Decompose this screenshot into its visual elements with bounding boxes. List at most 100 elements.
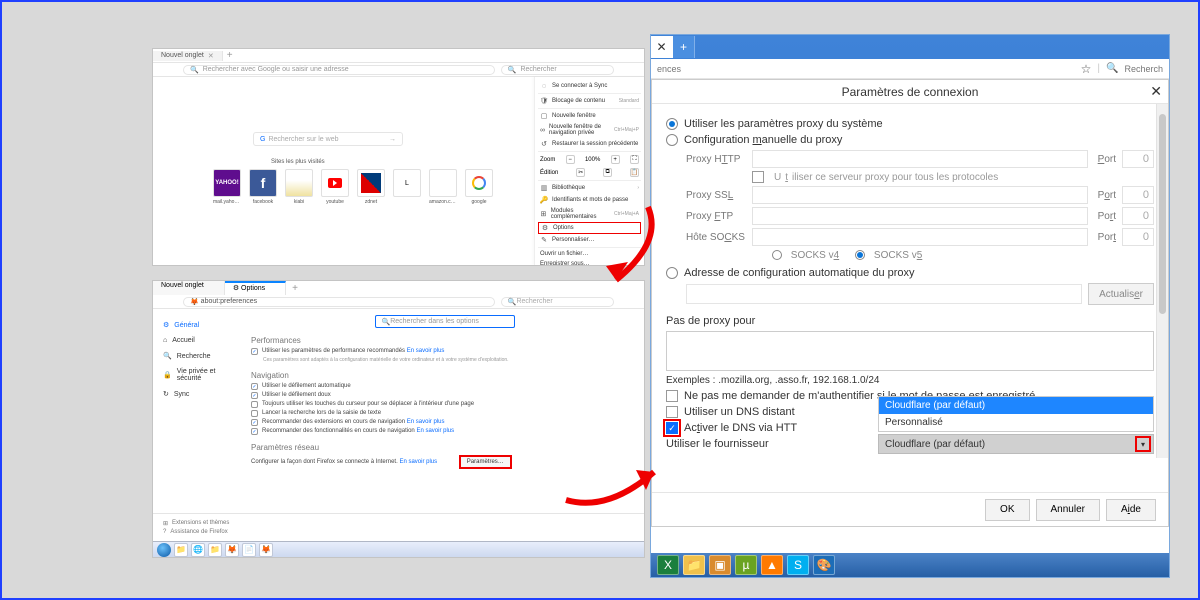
folder-icon[interactable]: 📁 (683, 555, 705, 575)
provider-select[interactable]: Cloudflare (par défaut) ▾ (878, 434, 1154, 454)
taskbar-icon[interactable]: 📁 (208, 543, 222, 557)
copy-button[interactable]: ⧉ (603, 168, 612, 177)
tab-add-icon[interactable]: + (286, 281, 304, 295)
tab-new[interactable]: Nouvel onglet ✕ (153, 51, 223, 61)
radio-socks5[interactable]: SOCKS v5 (855, 250, 922, 261)
socks-proxy-input[interactable] (752, 228, 1088, 246)
http-port-input[interactable]: 0 (1122, 150, 1154, 168)
sidebar-extensions-link[interactable]: ⊞ Extensions et thèmes (163, 520, 634, 527)
menu-addons[interactable]: ⊞Modules complémentairesCtrl+Maj+A (538, 206, 641, 222)
zoom-full-button[interactable]: ⛶ (630, 155, 639, 164)
paint-icon[interactable]: 🎨 (813, 555, 835, 575)
reload-button[interactable]: Actualiser (1088, 283, 1154, 305)
nav-chk4[interactable] (251, 410, 258, 417)
taskbar-icon[interactable]: 🦊 (259, 543, 273, 557)
menu-options[interactable]: ⚙Options (538, 222, 641, 234)
perf-learn-link[interactable]: En savoir plus (407, 348, 445, 354)
menu-new-window[interactable]: ▢Nouvelle fenêtre (538, 110, 641, 122)
cancel-button[interactable]: Annuler (1036, 499, 1100, 521)
prefs-filter-input[interactable]: 🔍 Rechercher dans les options (375, 315, 515, 328)
no-proxy-textarea[interactable] (666, 331, 1154, 371)
sidebar-support-link[interactable]: ? Assistance de Firefox (163, 529, 634, 535)
ftp-port-input[interactable]: 0 (1122, 207, 1154, 225)
radio-auto-proxy[interactable]: Adresse de configuration automatique du … (666, 267, 1154, 279)
network-settings-button[interactable]: Paramètres… (459, 455, 512, 469)
tile-zdnet[interactable] (357, 169, 385, 197)
use-for-all-checkbox[interactable] (752, 171, 764, 183)
zoom-in-button[interactable]: + (611, 155, 620, 164)
tile-google[interactable] (465, 169, 493, 197)
chevron-down-icon[interactable]: ▾ (1135, 436, 1151, 452)
nav-learn-link1[interactable]: En savoir plus (407, 419, 445, 425)
zoom-out-button[interactable]: − (566, 155, 575, 164)
menu-block-content[interactable]: 🛡Blocage de contenuStandard (538, 95, 641, 107)
nav-chk2[interactable] (251, 392, 258, 399)
paste-button[interactable]: 📋 (630, 168, 639, 177)
help-button[interactable]: Aide (1106, 499, 1156, 521)
radio-manual-proxy[interactable]: Configuration manuelle du proxy (666, 134, 1154, 146)
cut-button[interactable]: ✂ (576, 168, 585, 177)
taskbar-icon[interactable]: 🦊 (225, 543, 239, 557)
ssl-port-input[interactable]: 0 (1122, 186, 1154, 204)
ssl-proxy-input[interactable] (752, 186, 1088, 204)
vlc-icon[interactable]: ▲ (761, 555, 783, 575)
provider-option-cloudflare[interactable]: Cloudflare (par défaut) (879, 397, 1153, 414)
address-input-2[interactable]: 🦊 about:preferences (183, 297, 495, 307)
menu-restore[interactable]: ↺Restaurer la session précédente (538, 138, 641, 150)
nav-chk6[interactable] (251, 428, 258, 435)
tile-lcl[interactable]: L (393, 169, 421, 197)
nav-chk1[interactable] (251, 383, 258, 390)
tile-kiabi[interactable] (285, 169, 313, 197)
socks-port-input[interactable]: 0 (1122, 228, 1154, 246)
radio-system-proxy[interactable]: Utiliser les paramètres proxy du système (666, 118, 1154, 130)
menu-open-file[interactable]: Ouvrir un fichier… (538, 249, 641, 259)
nav-chk5[interactable] (251, 419, 258, 426)
notepad-icon[interactable]: ▣ (709, 555, 731, 575)
tile-youtube[interactable] (321, 169, 349, 197)
taskbar-icon[interactable]: 📁 (174, 543, 188, 557)
provider-option-custom[interactable]: Personnalisé (879, 414, 1153, 431)
perf-checkbox[interactable] (251, 348, 258, 355)
start-button-icon[interactable] (157, 543, 171, 557)
ok-button[interactable]: OK (985, 499, 1029, 521)
excel-icon[interactable]: X (657, 555, 679, 575)
sidebar-item-search[interactable]: 🔍 Recherche (157, 348, 241, 364)
search-input[interactable]: 🔍 Rechercher (501, 65, 614, 75)
http-proxy-input[interactable] (752, 150, 1088, 168)
address-input[interactable]: 🔍 Rechercher avec Google ou saisir une a… (183, 65, 495, 75)
dialog-scrollbar[interactable] (1156, 104, 1168, 458)
tab-options-page[interactable]: ⚙ Options (225, 281, 286, 295)
search-input-2[interactable]: 🔍 Rechercher (501, 297, 614, 307)
menu-sync[interactable]: ◌Se connecter à Sync (538, 80, 641, 92)
sidebar-item-privacy[interactable]: 🔒 Vie privée et sécurité (157, 364, 241, 386)
menu-library[interactable]: ▥Bibliothèque› (538, 182, 641, 194)
nav-learn-link2[interactable]: En savoir plus (416, 428, 454, 434)
ftp-proxy-input[interactable] (752, 207, 1088, 225)
tab-close-icon[interactable]: ✕ (208, 52, 214, 60)
taskbar-icon[interactable]: 🌐 (191, 543, 205, 557)
sidebar-item-general[interactable]: ⚙ Général (157, 317, 241, 333)
auto-proxy-url-input[interactable] (686, 284, 1082, 304)
sidebar-item-sync[interactable]: ↻ Sync (157, 386, 241, 402)
net-learn-link[interactable]: En savoir plus (399, 459, 437, 465)
taskbar-icon[interactable]: 📄 (242, 543, 256, 557)
radio-socks4[interactable]: SOCKS v4 (772, 250, 839, 261)
nav-chk3[interactable] (251, 401, 258, 408)
tab-new-page[interactable]: Nouvel onglet (153, 281, 225, 295)
tab-add-right[interactable]: + (673, 36, 695, 58)
home-search-input[interactable]: G Rechercher sur le web → (253, 132, 403, 146)
menu-logins[interactable]: 🔑Identifiants et mots de passe (538, 194, 641, 206)
sidebar-item-home[interactable]: ⌂ Accueil (157, 333, 241, 348)
dialog-close-button[interactable]: ✕ (1150, 83, 1162, 100)
tile-facebook[interactable]: f (249, 169, 277, 197)
menu-new-private[interactable]: ∞Nouvelle fenêtre de navigation privéeCt… (538, 122, 641, 138)
tab-add-icon[interactable]: + (227, 50, 233, 61)
tile-yahoo[interactable]: YAHOO! (213, 169, 241, 197)
toolbar-search-icon[interactable]: 🔍 (1106, 63, 1118, 74)
utorrent-icon[interactable]: µ (735, 555, 757, 575)
menu-save-as[interactable]: Enregistrer sous… (538, 259, 641, 266)
menu-customize[interactable]: ✎Personnaliser… (538, 234, 641, 246)
skype-icon[interactable]: S (787, 555, 809, 575)
tile-amazon[interactable] (429, 169, 457, 197)
tab-close-left[interactable]: ✕ (651, 36, 673, 58)
